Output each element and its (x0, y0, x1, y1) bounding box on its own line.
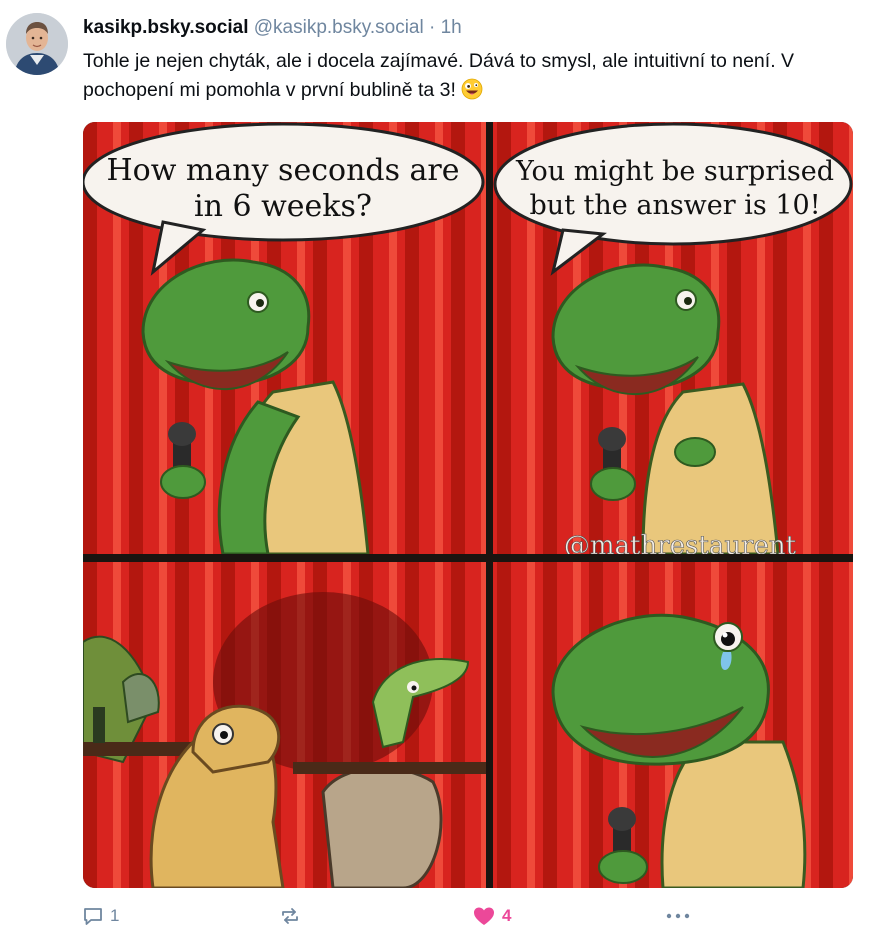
bubble-right-line2: but the answer is 10! (529, 190, 820, 221)
repost-button[interactable] (279, 903, 307, 929)
bubble-left-line2: in 6 weeks? (194, 189, 372, 224)
post-image[interactable]: How many seconds are in 6 weeks? You mig… (83, 122, 853, 888)
header-separator: · (428, 17, 436, 38)
avatar[interactable] (6, 13, 68, 75)
bubble-right-line1: You might be surprised (515, 156, 834, 187)
more-icon (666, 913, 690, 919)
reply-button[interactable]: 1 (82, 903, 119, 929)
more-options-button[interactable] (664, 903, 692, 929)
grinning-crazy-face-emoji (461, 78, 483, 100)
repost-icon (282, 908, 298, 924)
post-actions: 1 4 (0, 895, 872, 935)
like-button[interactable]: 4 (472, 903, 511, 929)
comic-panel-1: How many seconds are in 6 weeks? (83, 122, 486, 556)
reply-icon (84, 908, 102, 925)
heart-icon (474, 907, 494, 925)
reply-count: 1 (110, 906, 120, 925)
comic-panel-4 (493, 562, 853, 888)
comic-panel-2: You might be surprised but the answer is… (493, 122, 853, 561)
feed-post[interactable]: kasikp.bsky.social @kasikp.bsky.social ·… (0, 0, 872, 937)
author-handle[interactable]: @kasikp.bsky.social (254, 17, 424, 38)
author-name[interactable]: kasikp.bsky.social (83, 17, 248, 38)
like-count: 4 (502, 906, 512, 925)
post-time[interactable]: 1h (441, 17, 462, 38)
post-text: Tohle je nejen chyták, ale i docela zají… (83, 47, 853, 105)
comic-image: How many seconds are in 6 weeks? You mig… (83, 122, 853, 888)
post-header: kasikp.bsky.social @kasikp.bsky.social ·… (83, 15, 462, 41)
bubble-left-line1: How many seconds are (106, 153, 459, 188)
comic-panel-3 (83, 562, 486, 888)
post-text-content: Tohle je nejen chyták, ale i docela zají… (83, 50, 795, 101)
avatar-image (6, 13, 68, 75)
